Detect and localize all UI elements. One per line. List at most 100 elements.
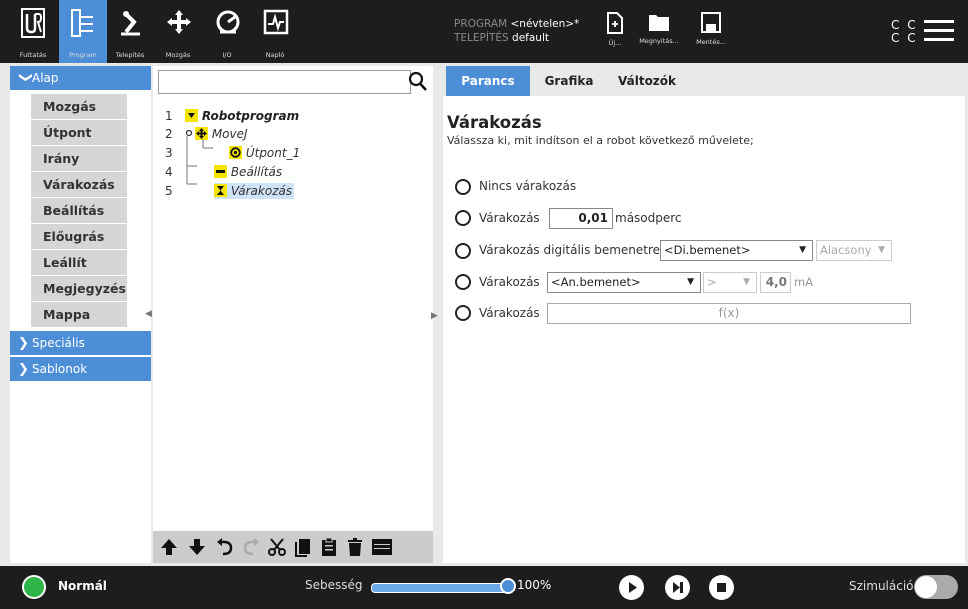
wait-seconds-input[interactable]: 0,01	[549, 208, 613, 229]
new-file-icon	[607, 12, 623, 34]
sidebar-item-move[interactable]: Mozgás	[31, 94, 127, 120]
analog-operator-value: >	[707, 275, 717, 289]
copy-icon[interactable]	[293, 537, 313, 557]
step-button[interactable]	[665, 575, 690, 600]
tree-row-number: 2	[165, 127, 173, 141]
section-templates[interactable]: ❯ Sablonok	[10, 357, 151, 381]
save-file-button[interactable]: Mentés...	[689, 12, 733, 46]
tree-label: Várakozás	[230, 184, 293, 198]
log-chart-icon	[263, 9, 289, 35]
delete-trash-icon[interactable]	[345, 537, 365, 557]
sidebar-item-direction[interactable]: Irány	[31, 146, 127, 172]
label-wait-analog: Várakozás	[479, 275, 540, 289]
nav-log-label: Napló	[265, 51, 285, 59]
sidebar-item-set[interactable]: Beállítás	[31, 198, 127, 224]
tree-node-robotprogram[interactable]: 1 Robotprogram	[165, 107, 299, 125]
io-gauge-icon	[216, 10, 240, 34]
sidebar-item-comment[interactable]: Megjegyzés	[31, 276, 127, 302]
robot-status-text: Normál	[58, 579, 107, 593]
sidebar-item-folder[interactable]: Mappa	[31, 302, 127, 328]
save-file-label: Mentés...	[696, 38, 726, 46]
digital-input-select[interactable]: <Di.bemenet> ▼	[660, 240, 813, 261]
tree-search-input[interactable]	[158, 70, 411, 94]
tab-variables[interactable]: Változók	[609, 66, 685, 96]
wait-unit-label: másodperc	[615, 211, 682, 225]
expression-input[interactable]: f(x)	[547, 303, 911, 324]
nav-program-label: Program	[69, 51, 97, 59]
section-basic[interactable]: ❯Alap	[10, 66, 151, 90]
tree-label: Útpont_1	[245, 146, 301, 160]
collapse-tree-handle-icon[interactable]: ▶	[431, 311, 441, 325]
nav-io-label: I/O	[222, 51, 232, 59]
move-down-icon[interactable]	[187, 537, 207, 557]
radio-no-wait[interactable]	[455, 179, 471, 195]
suppress-icon[interactable]	[371, 537, 393, 557]
stop-button[interactable]	[709, 575, 734, 600]
simulation-toggle[interactable]	[914, 575, 958, 599]
dropdown-arrow-icon: ▼	[878, 245, 885, 255]
new-file-label: Új...	[608, 39, 622, 47]
cc-row-2: C C	[891, 31, 918, 45]
toggle-knob	[915, 576, 937, 598]
new-file-button[interactable]: Új...	[603, 12, 627, 47]
nav-installation-button[interactable]: Telepítés	[106, 0, 154, 63]
label-wait-expression: Várakozás	[479, 306, 540, 320]
digital-state-select: Alacsony ▼	[816, 240, 892, 261]
program-name: <névtelen>*	[510, 18, 580, 30]
digital-state-value: Alacsony	[820, 243, 872, 257]
tree-label: Beállítás	[230, 165, 283, 179]
nav-run-label: Futtatás	[19, 51, 47, 59]
chevron-down-icon: ❯	[18, 72, 33, 83]
nav-run-button[interactable]: Futtatás	[10, 0, 56, 63]
simulation-label: Szimuláció	[849, 579, 914, 593]
nav-log-button[interactable]: Napló	[251, 0, 299, 63]
dropdown-arrow-icon: ▼	[687, 277, 694, 287]
radio-wait-time[interactable]	[455, 210, 471, 226]
analog-value-input: 4,0	[760, 272, 791, 293]
nav-installation-label: Telepítés	[115, 51, 145, 59]
folder-icon	[649, 15, 669, 31]
nav-move-button[interactable]: Mozgás	[154, 0, 202, 63]
sidebar-item-halt[interactable]: Leállít	[31, 250, 127, 276]
nav-move-label: Mozgás	[165, 51, 191, 59]
command-panel: Parancs Grafika Változók Várakozás Válas…	[443, 66, 965, 563]
command-description: Válassza ki, mit indítson el a robot köv…	[447, 134, 754, 147]
analog-input-select[interactable]: <An.bemenet> ▼	[547, 272, 701, 293]
speed-slider-track[interactable]	[371, 583, 507, 593]
paste-icon[interactable]	[319, 537, 339, 557]
radio-wait-analog[interactable]	[455, 274, 471, 290]
analog-unit-label: mA	[794, 275, 814, 289]
sidebar-item-popup[interactable]: Előugrás	[31, 224, 127, 250]
label-wait-time: Várakozás	[479, 211, 540, 225]
nav-io-button[interactable]: I/O	[203, 0, 251, 63]
ur-logo-icon	[21, 8, 45, 38]
undo-icon[interactable]	[215, 537, 235, 557]
command-tabs: Parancs Grafika Változók	[443, 66, 965, 96]
open-file-button[interactable]: Megnyitás...	[633, 12, 685, 45]
tree-row-number: 3	[165, 146, 173, 160]
status-indicator-icon[interactable]	[22, 575, 46, 599]
save-disk-icon	[701, 12, 721, 33]
sidebar-item-waypoint[interactable]: Útpont	[31, 120, 127, 146]
dropdown-arrow-icon: ▼	[743, 277, 750, 287]
move-up-icon[interactable]	[159, 537, 179, 557]
program-tree-icon	[71, 9, 93, 37]
command-title: Várakozás	[447, 113, 542, 132]
play-button[interactable]	[619, 575, 644, 600]
tab-command[interactable]: Parancs	[446, 66, 530, 96]
radio-wait-expression[interactable]	[455, 305, 471, 321]
section-advanced[interactable]: ❯ Speciális	[10, 331, 151, 355]
tab-graphics[interactable]: Grafika	[533, 66, 605, 96]
nav-program-button[interactable]: Program	[59, 0, 107, 63]
cut-icon[interactable]	[267, 537, 287, 557]
open-file-label: Megnyitás...	[639, 37, 679, 45]
tree-row-number: 1	[165, 109, 173, 123]
speed-slider-handle[interactable]	[500, 578, 516, 594]
analog-operator-select: > ▼	[703, 272, 757, 293]
hamburger-menu-icon[interactable]	[924, 20, 954, 41]
sidebar-item-wait[interactable]: Várakozás	[31, 172, 127, 198]
digital-input-value: <Di.bemenet>	[664, 243, 751, 257]
radio-wait-digital[interactable]	[455, 243, 471, 259]
step-icon	[673, 582, 683, 593]
search-icon[interactable]	[408, 70, 428, 92]
